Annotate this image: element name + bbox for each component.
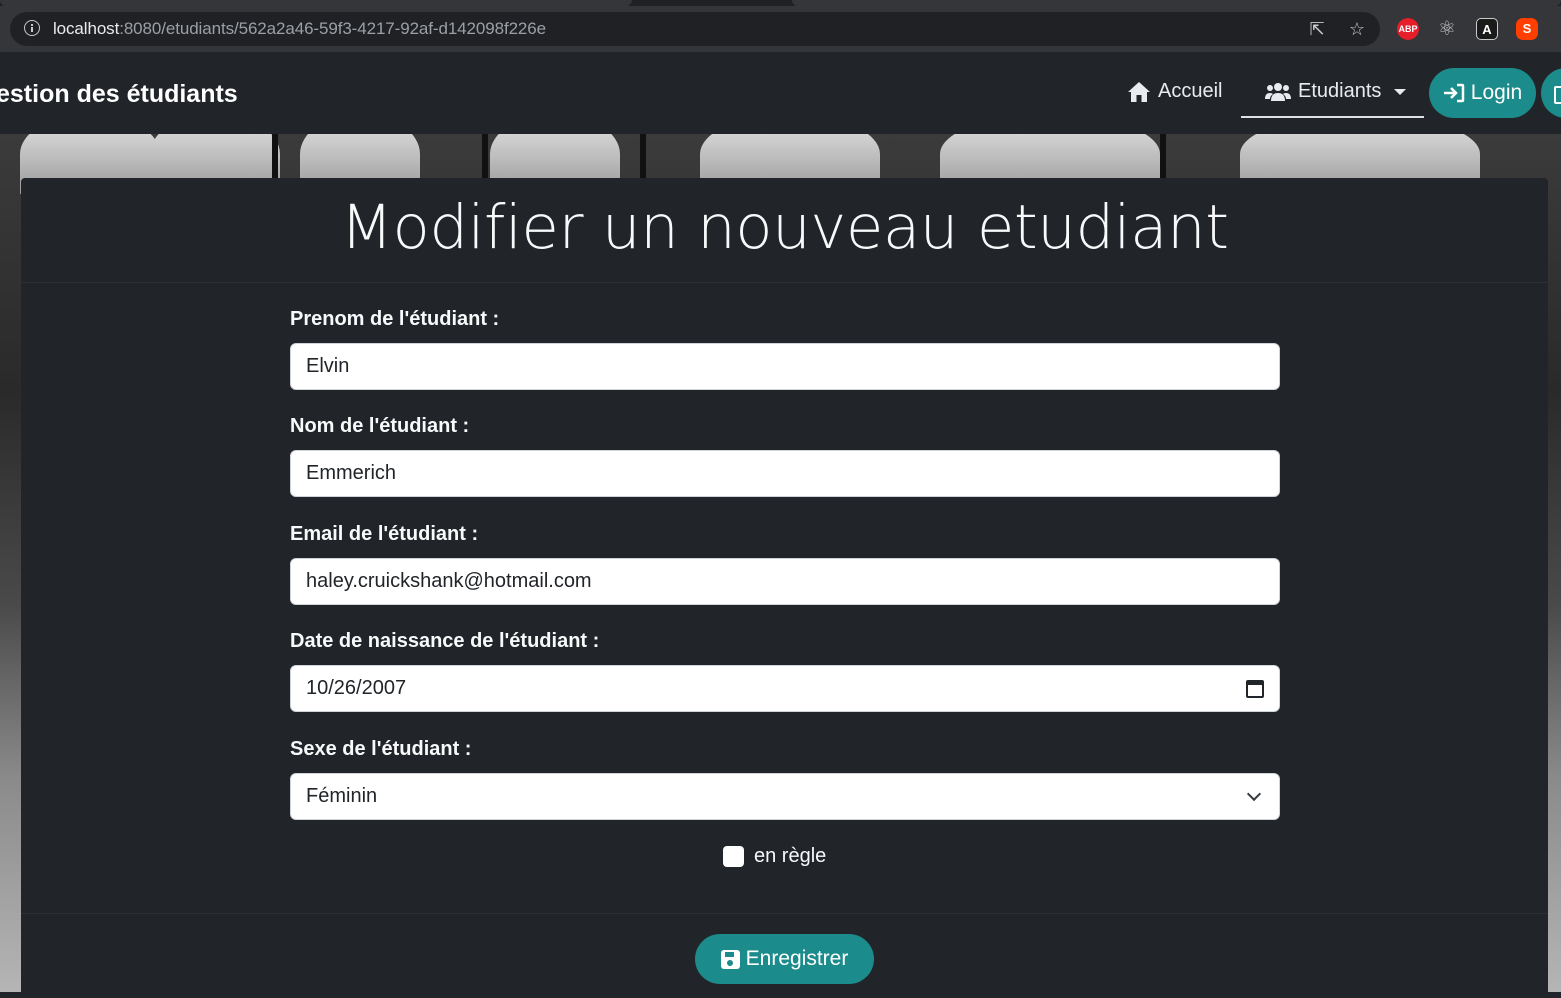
nav-item-label: Etudiants — [1298, 80, 1382, 102]
last-name-label: Nom de l'étudiant : — [290, 415, 470, 437]
gender-label: Sexe de l'étudiant : — [290, 738, 472, 760]
background-bar — [272, 134, 278, 178]
calendar-icon[interactable] — [1246, 679, 1264, 698]
last-name-value: Emmerich — [306, 462, 397, 484]
url-text[interactable]: localhost:8080/etudiants/562a2a46-59f3-4… — [53, 19, 546, 39]
login-button[interactable]: Login — [1429, 68, 1536, 118]
login-label: Login — [1470, 81, 1523, 104]
nav-item-label: Accueil — [1158, 80, 1223, 102]
brand-title[interactable]: estion des étudiants — [0, 80, 238, 109]
adblock-icon[interactable]: ABP — [1397, 18, 1419, 40]
react-devtools-icon[interactable]: ⚛ — [1436, 18, 1458, 40]
email-label: Email de l'étudiant : — [290, 523, 479, 545]
nav-item-etudiants[interactable]: Etudiants — [1265, 80, 1407, 103]
email-value: haley.cruickshank@hotmail.com — [306, 570, 592, 592]
save-button[interactable]: Enregistrer — [695, 934, 874, 984]
floppy-disk-icon — [720, 949, 740, 969]
card-header-divider — [21, 282, 1548, 283]
share-icon[interactable]: ⇱ — [1307, 19, 1327, 39]
card-footer-divider — [21, 913, 1548, 914]
gender-value: Féminin — [306, 785, 378, 807]
background-bar — [640, 134, 646, 178]
gender-select[interactable]: Féminin — [290, 773, 1280, 820]
users-icon — [1265, 82, 1291, 101]
first-name-value: Elvin — [306, 355, 350, 377]
active-nav-indicator — [1241, 116, 1424, 118]
birthdate-label: Date de naissance de l'étudiant : — [290, 630, 600, 652]
angular-devtools-icon[interactable]: A — [1476, 18, 1498, 40]
nav-item-accueil[interactable]: Accueil — [1127, 80, 1222, 103]
background-bar — [482, 134, 488, 178]
en-regle-checkbox-group[interactable]: en règle — [723, 845, 826, 868]
chevron-down-icon — [1394, 88, 1407, 95]
chevron-down-icon — [1246, 786, 1262, 801]
en-regle-label[interactable]: en règle — [754, 845, 826, 868]
site-info-icon[interactable] — [24, 20, 40, 36]
last-name-input[interactable]: Emmerich — [290, 450, 1280, 497]
browser-tab[interactable] — [0, 0, 632, 6]
home-icon — [1128, 81, 1150, 102]
first-name-input[interactable]: Elvin — [290, 343, 1280, 390]
first-name-label: Prenom de l'étudiant : — [290, 308, 500, 330]
browser-tab[interactable] — [792, 0, 1561, 6]
login-icon — [1443, 83, 1465, 103]
page-title: Modifier un nouveau etudiant — [340, 192, 1229, 263]
birthdate-value: 10/26/2007 — [306, 677, 407, 699]
email-input[interactable]: haley.cruickshank@hotmail.com — [290, 558, 1280, 605]
save-label: Enregistrer — [745, 947, 849, 970]
bookmark-star-icon[interactable]: ☆ — [1347, 19, 1367, 39]
background-bar — [1160, 134, 1166, 178]
en-regle-checkbox[interactable] — [723, 846, 744, 867]
svelte-icon[interactable]: S — [1516, 18, 1538, 40]
birthdate-input[interactable]: 10/26/2007 — [290, 665, 1280, 712]
